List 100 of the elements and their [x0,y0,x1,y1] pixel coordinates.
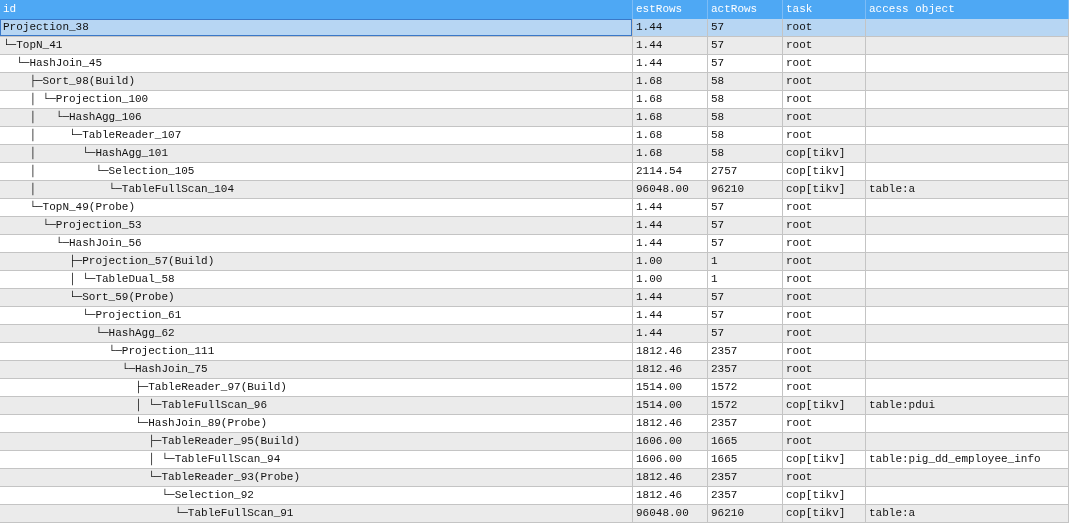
table-cell: root [786,237,813,249]
table-cell: 1.68 [636,147,663,159]
table-cell: 1.68 [636,75,663,87]
table-cell: 1.68 [636,93,663,105]
table-row[interactable]: └─HashJoin_75 1812.46 2357 root [0,361,1069,379]
table-row[interactable]: │ └─TableFullScan_104 96048.00 96210 cop[tikv] table:a [0,181,1069,199]
table-cell-text: └─Projection_61 [81,309,182,321]
table-cell: 96210 [711,507,744,519]
table-row[interactable]: └─Projection_53 1.44 57 root [0,217,1069,235]
table-cell: 57 [711,219,725,231]
table-cell: 2357 [711,471,738,483]
table-cell: 1606.00 [636,453,683,465]
table-row[interactable]: └─Selection_92 1812.46 2357 cop[tikv] [0,487,1069,505]
table-cell: cop[tikv] [786,165,846,177]
table-row[interactable]: ├─Projection_57(Build) 1.00 1 root [0,253,1069,271]
table-cell: 1514.00 [636,381,683,393]
table-row[interactable]: │ └─TableDual_58 1.00 1 root [0,271,1069,289]
table-row[interactable]: Projection_38 1.44 57 root [0,19,1069,37]
table-cell: root [786,21,813,33]
table-cell-text: └─HashAgg_62 [94,327,175,339]
table-cell: 1.44 [636,327,663,339]
table-cell-text: │ └─TableFullScan_94 [147,453,281,465]
table-cell-text: │ └─TableFullScan_104 [28,183,235,195]
table-cell: root [786,435,813,447]
table-cell: 2757 [711,165,738,177]
table-cell: 1514.00 [636,399,683,411]
table-row[interactable]: └─Projection_61 1.44 57 root [0,307,1069,325]
table-cell: 57 [711,327,725,339]
table-row[interactable]: │ └─Selection_105 2114.54 2757 cop[tikv] [0,163,1069,181]
table-cell: 2357 [711,489,738,501]
table-cell: 1572 [711,399,738,411]
table-row[interactable]: └─TableFullScan_91 96048.00 96210 cop[tikv] table:a [0,505,1069,523]
table-row[interactable]: │ └─HashAgg_106 1.68 58 root [0,109,1069,127]
table-row[interactable]: ├─Sort_98(Build) 1.68 58 root [0,73,1069,91]
table-row[interactable]: │ └─TableFullScan_94 1606.00 1665 cop[tikv] table:pig_dd_employee_info [0,451,1069,469]
table-cell: 57 [711,291,725,303]
table-cell: root [786,201,813,213]
table-cell: 1 [711,255,718,267]
table-row[interactable]: └─HashJoin_89(Probe) 1812.46 2357 root [0,415,1069,433]
table-cell: 57 [711,201,725,213]
table-cell: 57 [711,57,725,69]
table-cell: 1812.46 [636,489,683,501]
table-cell: 1606.00 [636,435,683,447]
table-cell: 1812.46 [636,363,683,375]
table-cell: root [786,75,813,87]
table-cell-text: ├─Sort_98(Build) [28,75,136,87]
table-cell: 1.44 [636,39,663,51]
table-cell: 1665 [711,453,738,465]
table-row[interactable]: └─HashAgg_62 1.44 57 root [0,325,1069,343]
table-row[interactable]: └─Projection_111 1812.46 2357 root [0,343,1069,361]
table-cell: root [786,309,813,321]
table-cell-text: └─TopN_49(Probe) [28,201,136,213]
table-cell: 96048.00 [636,507,689,519]
table-row[interactable]: │ └─HashAgg_101 1.68 58 cop[tikv] [0,145,1069,163]
table-cell: 2357 [711,417,738,429]
table-row[interactable]: └─TopN_41 1.44 57 root [0,37,1069,55]
table-cell: root [786,327,813,339]
table-cell: root [786,129,813,141]
table-row[interactable]: ├─TableReader_95(Build) 1606.00 1665 root [0,433,1069,451]
table-cell-text: └─Selection_92 [160,489,254,501]
table-cell: root [786,381,813,393]
table-cell: cop[tikv] [786,489,846,501]
table-cell-text: └─HashJoin_75 [120,363,208,375]
table-cell-text: ├─Projection_57(Build) [68,255,215,267]
table-cell: 58 [711,129,725,141]
table-cell: 1.44 [636,57,663,69]
table-cell: root [786,291,813,303]
table-row[interactable]: │ └─TableFullScan_96 1514.00 1572 cop[tikv] table:pdui [0,397,1069,415]
table-cell-text: │ └─TableFullScan_96 [134,399,268,411]
table-cell: table:a [869,507,916,519]
table-cell: 2114.54 [636,165,683,177]
table-cell: 1.44 [636,237,663,249]
table-cell: table:pig_dd_employee_info [869,453,1041,465]
table-cell: └─TopN_41 [3,39,63,51]
table-cell: root [786,39,813,51]
table-cell: 1.68 [636,111,663,123]
table-row[interactable]: │ └─Projection_100 1.68 58 root [0,91,1069,109]
table-row[interactable]: └─TopN_49(Probe) 1.44 57 root [0,199,1069,217]
table-cell: 1572 [711,381,738,393]
table-cell: root [786,273,813,285]
table-cell: cop[tikv] [786,183,846,195]
table-cell: 58 [711,75,725,87]
table-cell: root [786,93,813,105]
table-row[interactable]: ├─TableReader_97(Build) 1514.00 1572 root [0,379,1069,397]
table-row[interactable]: └─HashJoin_56 1.44 57 root [0,235,1069,253]
table-row[interactable]: │ └─TableReader_107 1.68 58 root [0,127,1069,145]
table-cell-text: │ └─TableReader_107 [28,129,182,141]
table-cell-text: └─Sort_59(Probe) [68,291,175,303]
table-cell: 58 [711,111,725,123]
table-cell-text: ├─TableReader_95(Build) [147,435,301,447]
table-cell-text: │ └─Projection_100 [28,93,149,105]
table-cell-text: └─TableReader_93(Probe) [147,471,301,483]
table-row[interactable]: └─HashJoin_45 1.44 57 root [0,55,1069,73]
table-cell: 1.44 [636,219,663,231]
table-cell: 58 [711,147,725,159]
table-cell-text: ├─TableReader_97(Build) [134,381,287,393]
table-row[interactable]: └─TableReader_93(Probe) 1812.46 2357 root [0,469,1069,487]
table-row[interactable]: └─Sort_59(Probe) 1.44 57 root [0,289,1069,307]
table-cell: root [786,111,813,123]
table-cell: Projection_38 [3,21,89,33]
